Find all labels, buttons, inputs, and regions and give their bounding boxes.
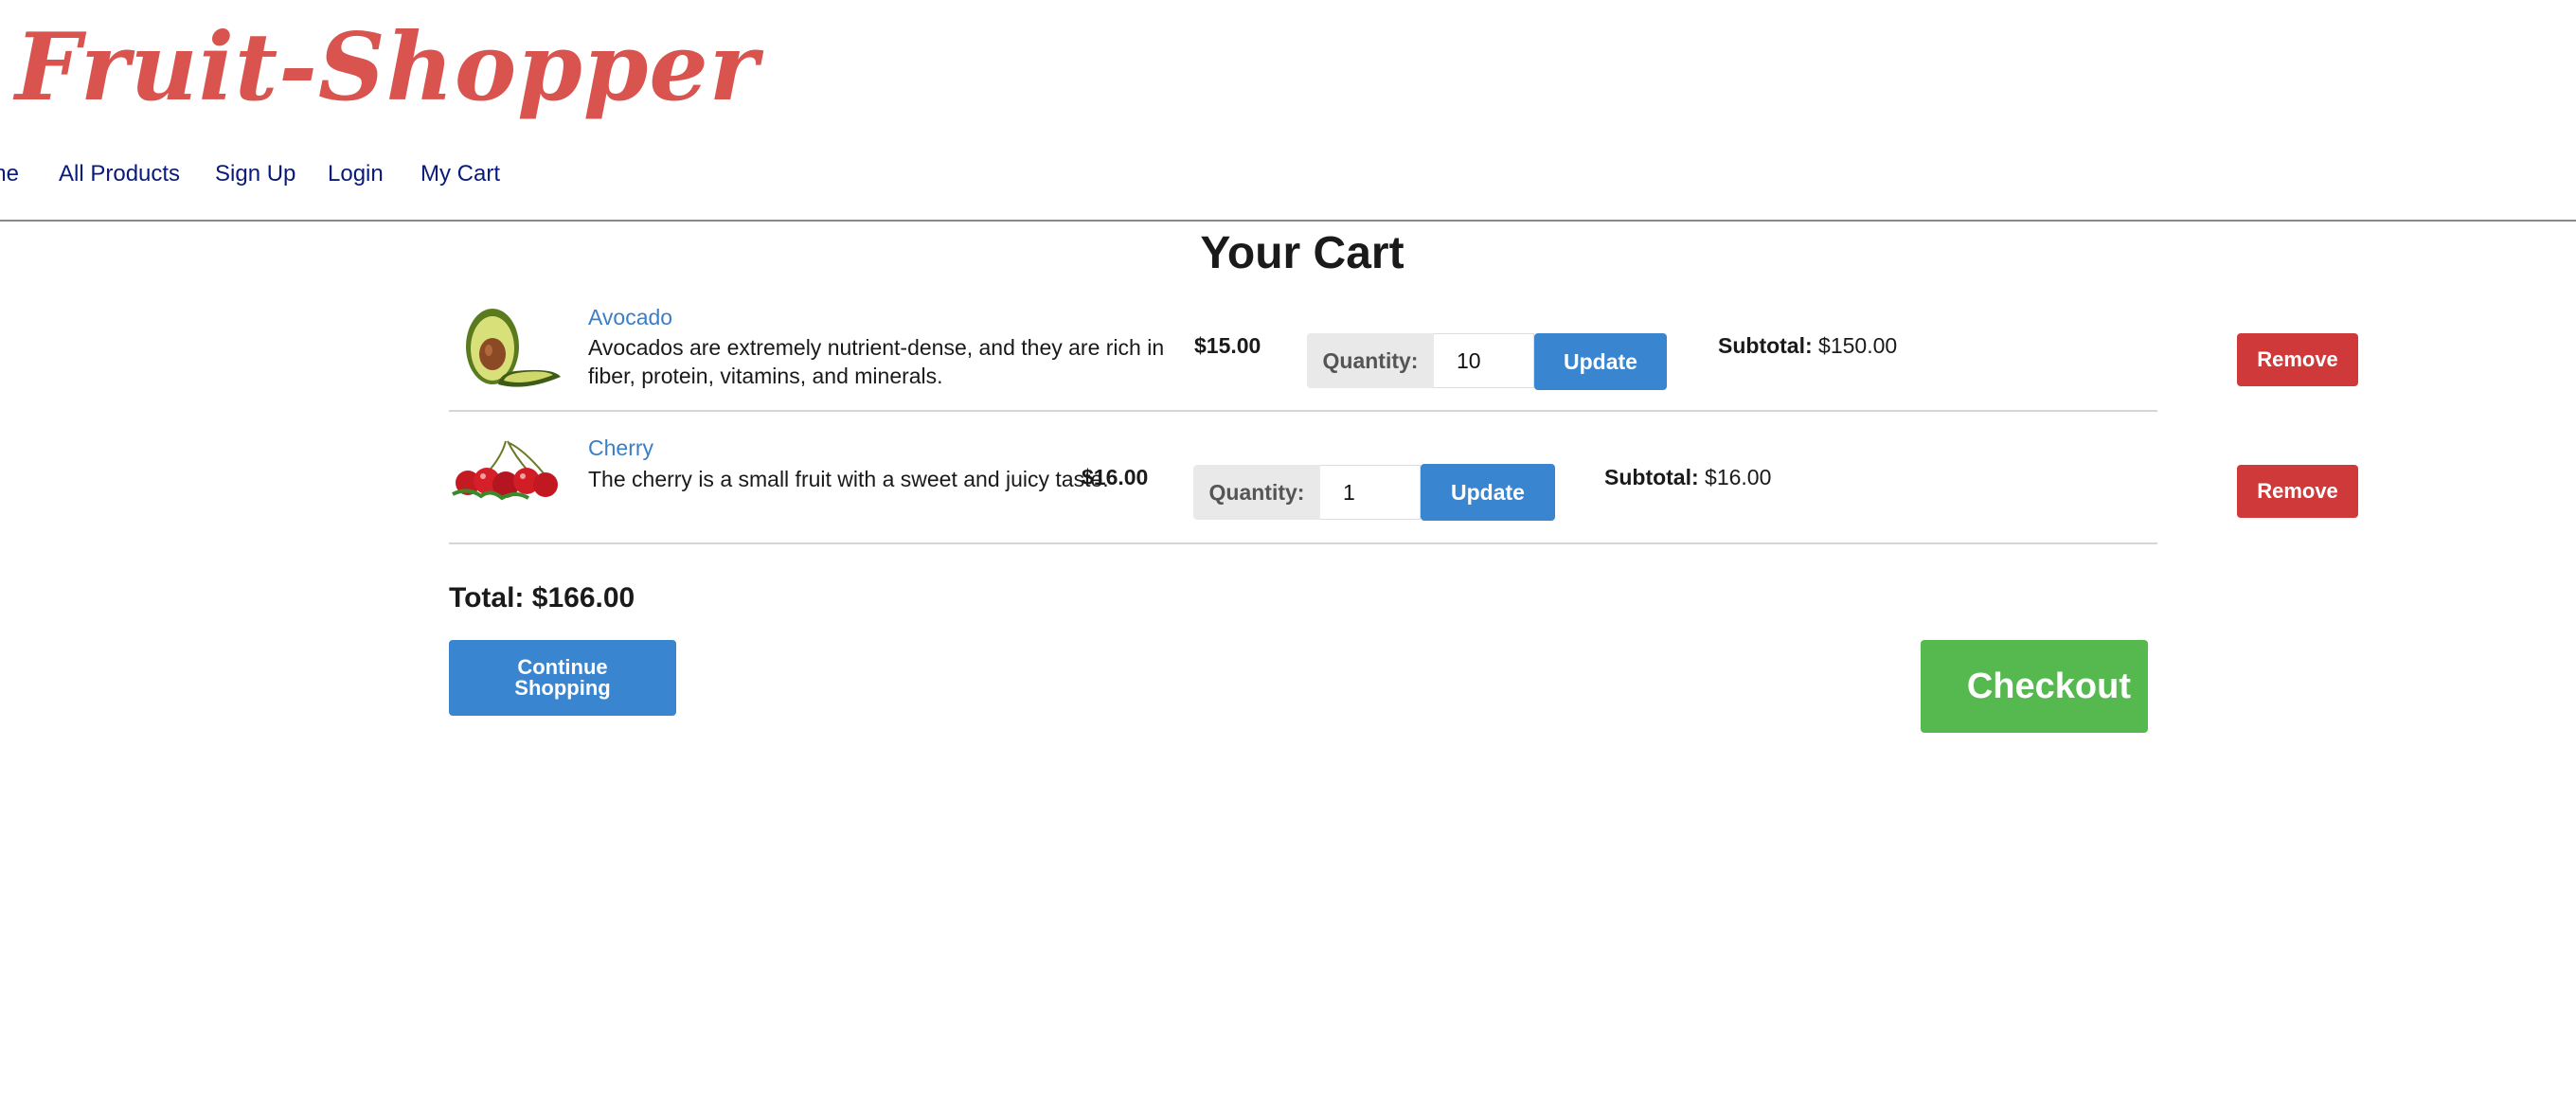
update-button[interactable]: Update [1421, 464, 1555, 521]
product-price: $16.00 [1082, 465, 1149, 489]
continue-shopping-button[interactable]: Continue Shopping [449, 640, 676, 716]
quantity-label: Quantity: [1307, 333, 1434, 388]
quantity-input[interactable] [1434, 333, 1534, 388]
subtotal-value: $16.00 [1705, 465, 1772, 489]
nav-all-products[interactable]: All Products [59, 161, 180, 187]
product-description: Avocados are extremely nutrient-dense, a… [588, 335, 1165, 388]
product-description: The cherry is a small fruit with a sweet… [588, 467, 1109, 491]
subtotal-label: Subtotal: [1718, 333, 1813, 358]
subtotal-label: Subtotal: [1604, 465, 1699, 489]
remove-button[interactable]: Remove [2237, 465, 2358, 518]
nav-sign-up[interactable]: Sign Up [215, 161, 295, 187]
cart-total: Total: $166.00 [449, 582, 635, 613]
product-price: $15.00 [1194, 333, 1261, 358]
avocado-image[interactable] [458, 301, 564, 405]
site-logo[interactable]: Fruit-Shopper [15, 13, 759, 122]
cherry-image[interactable] [449, 437, 566, 504]
nav-divider [0, 220, 2576, 222]
remove-button[interactable]: Remove [2237, 333, 2358, 386]
page-title: Your Cart [1200, 228, 1404, 278]
item-subtotal: Subtotal: $16.00 [1604, 465, 1771, 490]
product-link-cherry[interactable]: Cherry [588, 435, 653, 461]
quantity-input[interactable] [1320, 465, 1421, 520]
item-divider [449, 542, 2157, 544]
item-subtotal: Subtotal: $150.00 [1718, 333, 1897, 359]
update-button[interactable]: Update [1534, 333, 1667, 390]
item-divider [449, 410, 2157, 412]
nav-my-cart[interactable]: My Cart [420, 161, 500, 187]
quantity-label: Quantity: [1193, 465, 1320, 520]
nav-login[interactable]: Login [328, 161, 384, 187]
subtotal-value: $150.00 [1818, 333, 1898, 358]
product-link-avocado[interactable]: Avocado [588, 305, 672, 330]
checkout-button[interactable]: Checkout [1921, 640, 2148, 733]
nav-home[interactable]: Home [0, 161, 19, 187]
